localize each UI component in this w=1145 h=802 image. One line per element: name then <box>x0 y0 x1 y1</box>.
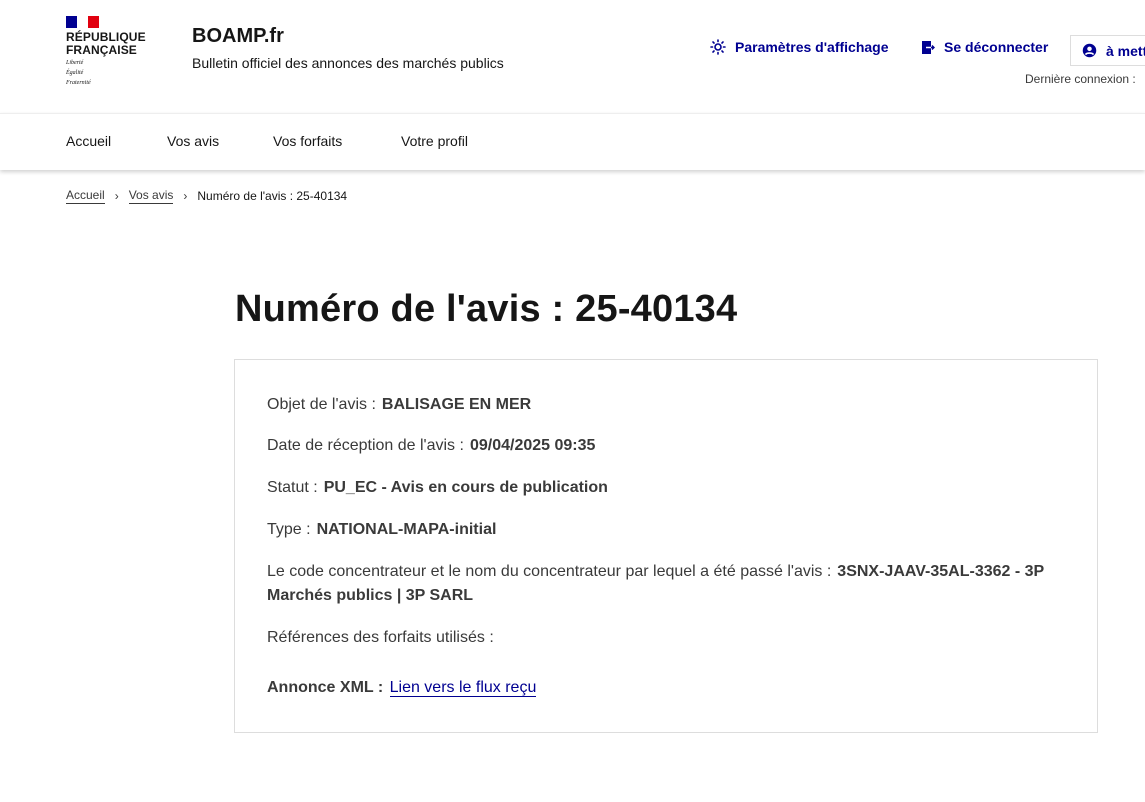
page-title: Numéro de l'avis : 25-40134 <box>235 288 738 330</box>
nav-item-vos-avis[interactable]: Vos avis <box>167 133 219 149</box>
republic-line-2: FRANÇAISE <box>66 43 137 57</box>
logout-icon <box>922 40 935 54</box>
notice-object-label: Objet de l'avis : <box>267 396 376 413</box>
display-settings-button[interactable]: Paramètres d'affichage <box>710 39 889 55</box>
notice-type-label: Type : <box>267 521 311 538</box>
notice-date-row: Date de réception de l'avis : 09/04/2025 … <box>267 434 595 458</box>
breadcrumb-home[interactable]: Accueil <box>66 188 105 204</box>
notice-date-value: 09/04/2025 09:35 <box>469 437 596 454</box>
notice-concentrator-row: Le code concentrateur et le nom du conce… <box>267 560 1047 608</box>
notice-status-label: Statut : <box>267 479 318 496</box>
logout-label: Se déconnecter <box>944 39 1049 55</box>
motto-egalite: Égalité <box>66 70 84 76</box>
sun-icon <box>710 39 726 55</box>
notice-status-value: PU_EC - Avis en cours de publication <box>323 479 608 496</box>
display-settings-label: Paramètres d'affichage <box>735 39 889 55</box>
logout-button[interactable]: Se déconnecter <box>921 39 1048 55</box>
notice-xml-row: Annonce XML : Lien vers le flux reçu <box>267 676 537 700</box>
republique-logo[interactable]: RÉPUBLIQUE FRANÇAISE Liberté Égalité Fra… <box>66 16 156 87</box>
breadcrumb: Accueil › Vos avis › Numéro de l'avis : … <box>66 188 347 204</box>
breadcrumb-current: Numéro de l'avis : 25-40134 <box>197 189 348 203</box>
motto-liberte: Liberté <box>66 60 84 66</box>
nav-item-votre-profil[interactable]: Votre profil <box>401 133 468 149</box>
breadcrumb-notices[interactable]: Vos avis <box>128 188 174 204</box>
notice-type-row: Type : NATIONAL-MAPA-initial <box>267 518 496 542</box>
notice-object-value: BALISAGE EN MER <box>381 396 532 413</box>
user-icon <box>1082 43 1097 58</box>
chevron-right-icon: › <box>114 189 119 203</box>
notice-concentrator-label: Le code concentrateur et le nom du conce… <box>267 563 832 580</box>
site-title[interactable]: BOAMP.fr <box>192 25 284 48</box>
notice-refs-label: Références des forfaits utilisés : <box>267 629 494 646</box>
notice-refs-row: Références des forfaits utilisés : <box>267 626 494 650</box>
motto-fraternite: Fraternité <box>66 80 91 86</box>
notice-object-row: Objet de l'avis : BALISAGE EN MER <box>267 393 531 417</box>
chevron-right-icon: › <box>183 189 188 203</box>
notice-type-value: NATIONAL-MAPA-initial <box>316 521 497 538</box>
nav-item-accueil[interactable]: Accueil <box>66 133 111 149</box>
site-header: RÉPUBLIQUE FRANÇAISE Liberté Égalité Fra… <box>0 0 1145 113</box>
main-navigation: Accueil Vos avis Vos forfaits Votre prof… <box>0 113 1145 170</box>
notice-date-label: Date de réception de l'avis : <box>267 437 464 454</box>
last-connection: Dernière connexion : <box>1025 72 1136 86</box>
notice-xml-label: Annonce XML : <box>267 679 384 696</box>
marianne-flag-icon <box>66 16 99 28</box>
site-subtitle: Bulletin officiel des annonces des march… <box>192 55 504 71</box>
notice-details-card: Objet de l'avis : BALISAGE EN MER Date de… <box>234 359 1098 733</box>
nav-item-vos-forfaits[interactable]: Vos forfaits <box>273 133 342 149</box>
account-button[interactable]: à mett <box>1070 35 1145 66</box>
account-label: à mett <box>1106 42 1145 59</box>
notice-status-row: Statut : PU_EC - Avis en cours de publica… <box>267 476 608 500</box>
xml-feed-link[interactable]: Lien vers le flux reçu <box>389 679 537 697</box>
